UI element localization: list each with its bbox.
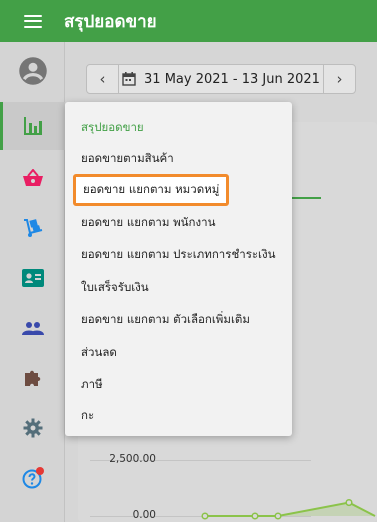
menu-item-shifts[interactable]: กะ — [81, 407, 94, 425]
data-point[interactable] — [251, 512, 259, 520]
menu-item-sales-by-category[interactable]: ยอดขาย แยกตาม หมวดหมู่ — [73, 174, 230, 206]
menu-item-sales-by-payment-type[interactable]: ยอดขาย แยกตาม ประเภทการชำระเงิน — [81, 246, 275, 264]
data-point[interactable] — [345, 499, 353, 507]
menu-header: สรุปยอดขาย — [81, 120, 144, 134]
data-point[interactable] — [201, 512, 209, 520]
menu-item-taxes[interactable]: ภาษี — [81, 376, 103, 394]
menu-item-sales-by-employee[interactable]: ยอดขาย แยกตาม พนักงาน — [81, 214, 215, 232]
menu-item-receipts[interactable]: ใบเสร็จรับเงิน — [81, 279, 149, 297]
menu-item-sales-by-modifier[interactable]: ยอดขาย แยกตาม ตัวเลือกเพิ่มเติม — [81, 311, 250, 329]
data-point[interactable] — [274, 512, 282, 520]
menu-item-sales-by-product[interactable]: ยอดขายตามสินค้า — [81, 150, 174, 168]
menu-item-discounts[interactable]: ส่วนลด — [81, 344, 117, 362]
reports-menu: สรุปยอดขาย ยอดขายตามสินค้า ยอดขาย แยกตาม… — [65, 102, 292, 436]
